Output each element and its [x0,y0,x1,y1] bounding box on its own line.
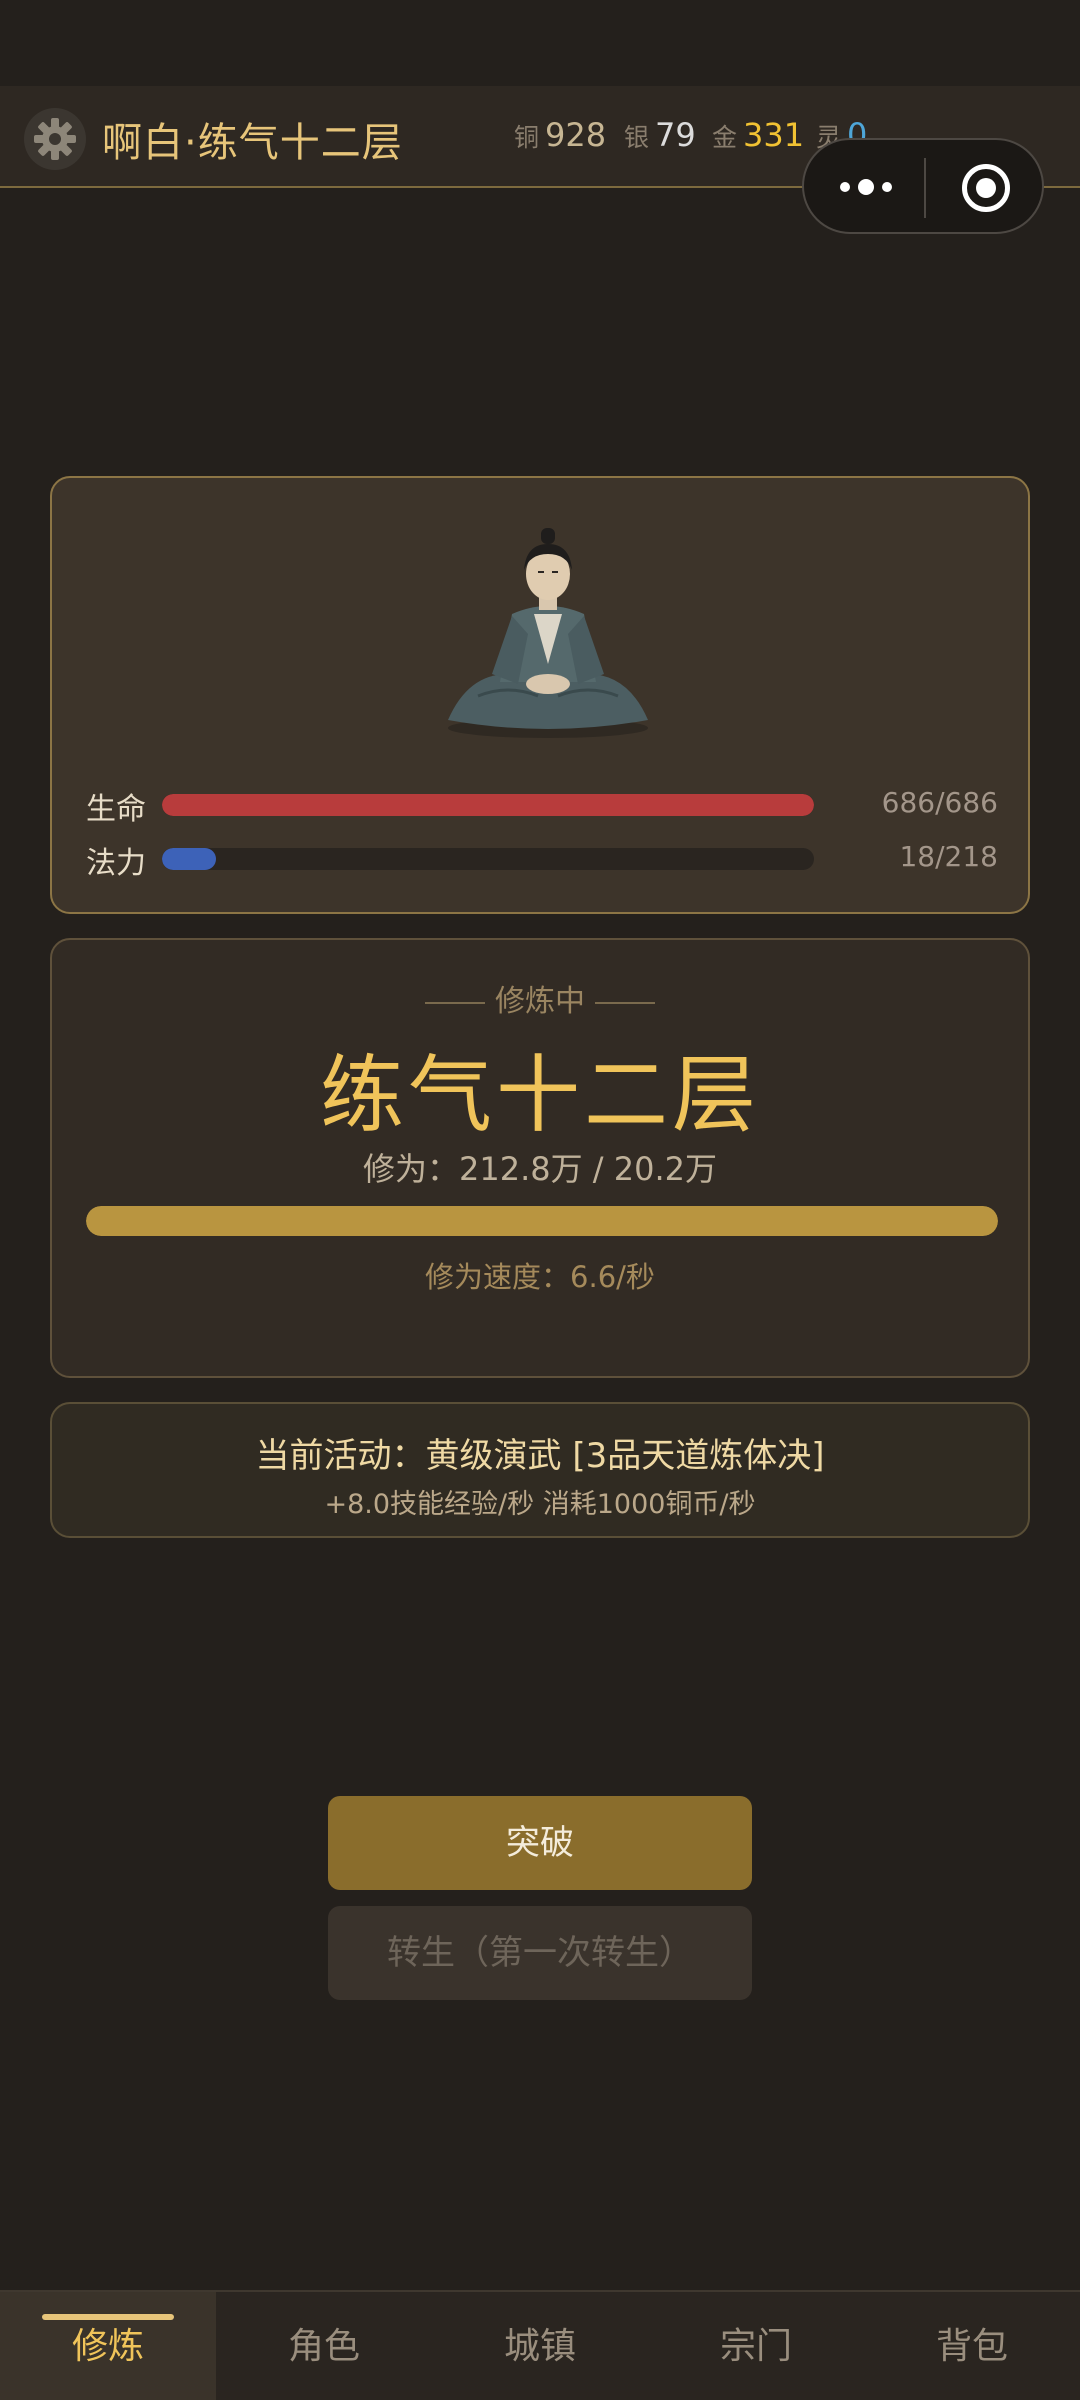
cultivation-progress-fill [86,1206,998,1236]
tab-sect[interactable]: 宗门 [648,2292,864,2400]
tab-cultivate[interactable]: 修炼 [0,2292,216,2400]
tab-town[interactable]: 城镇 [432,2292,648,2400]
hp-bar-fill [162,794,814,816]
meditating-cultivator-image [448,528,648,738]
currency-label: 银 [624,123,650,152]
mp-row: 法力 18/218 [86,838,998,881]
currency-label: 金 [712,123,738,152]
currency-silver: 银 79 [624,116,696,154]
character-status-card: 生命 686/686 法力 18/218 [50,476,1030,914]
player-title: 啊白·练气十二层 [102,120,403,166]
close-miniprogram-icon[interactable] [962,164,1010,212]
activity-detail: +8.0技能经验/秒 消耗1000铜币/秒 [324,1489,756,1520]
cultivation-progress-track [86,1206,998,1236]
currency-value: 331 [743,116,805,154]
tab-character[interactable]: 角色 [216,2292,432,2400]
breakthrough-button[interactable]: 突破 [328,1796,752,1890]
divider-line [595,1001,655,1004]
currency-value: 79 [655,116,696,154]
bottom-tab-bar: 修炼 角色 城镇 宗门 背包 [0,2290,1080,2400]
currency-gold: 金 331 [712,116,804,154]
cultivation-status: 修炼中 [52,976,1028,1020]
miniprogram-capsule [802,138,1044,234]
capsule-divider [924,158,926,218]
currency-label: 铜 [514,123,540,152]
tab-bag[interactable]: 背包 [864,2292,1080,2400]
mp-bar-fill [162,848,217,870]
current-activity-card[interactable]: 当前活动：黄级演武 [3品天道炼体决] +8.0技能经验/秒 消耗1000铜币/… [50,1402,1030,1538]
hp-row: 生命 686/686 [86,784,998,827]
hp-value: 686/686 [881,786,998,819]
realm-title: 练气十二层 [319,1046,760,1144]
currency-copper: 铜 928 [514,116,606,154]
divider-line [425,1001,485,1004]
cultivation-card: 修炼中 练气十二层 修为：212.8万 / 20.2万 修为速度：6.6/秒 [50,938,1030,1378]
mp-bar-track [162,848,814,870]
gear-icon[interactable] [24,108,86,170]
app-page: 啊白·练气十二层 铜 928 银 79 金 331 灵0 生命 686/686 … [0,0,1080,2400]
cultivation-status-text: 修炼中 [495,984,585,1019]
currency-value: 928 [545,116,607,154]
hp-bar-track [162,794,814,816]
cultivation-speed: 修为速度：6.6/秒 [425,1260,655,1294]
more-menu-icon[interactable] [838,174,894,200]
mp-label: 法力 [86,846,146,881]
cultivation-xp-text: 修为：212.8万 / 20.2万 [363,1150,717,1188]
activity-title: 当前活动：黄级演武 [3品天道炼体决] [255,1436,825,1476]
rebirth-button[interactable]: 转生（第一次转生） [328,1906,752,2000]
hp-label: 生命 [86,792,146,827]
mp-value: 18/218 [899,840,998,873]
